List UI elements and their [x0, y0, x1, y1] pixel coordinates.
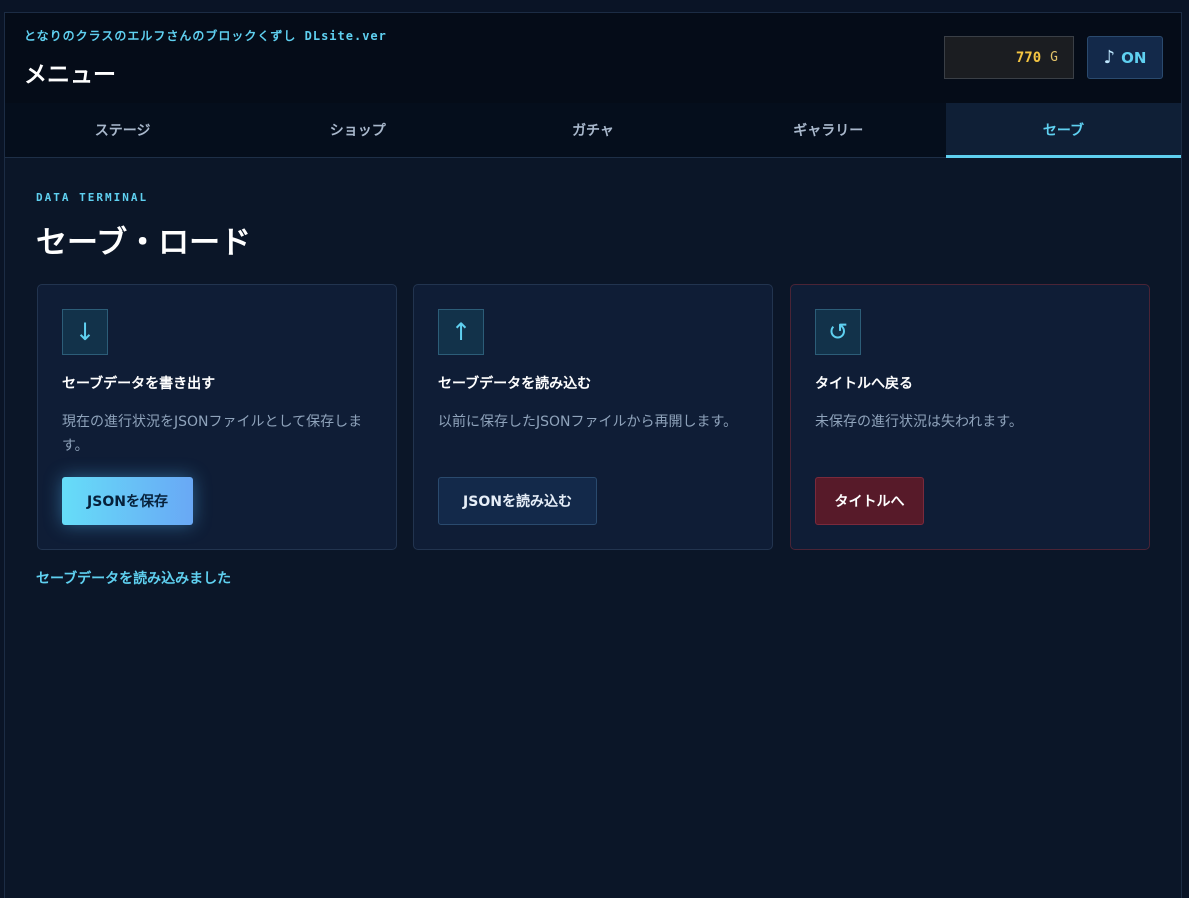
gold-value: 770	[1015, 49, 1042, 66]
header: となりのクラスのエルフさんのブロックくずし DLsite.ver メニュー 77…	[5, 13, 1181, 103]
load-json-button[interactable]: JSONを読み込む	[438, 477, 597, 525]
tab-bar: ステージ ショップ ガチャ ギャラリー セーブ	[5, 103, 1181, 158]
tab-shop[interactable]: ショップ	[240, 103, 475, 157]
export-card: ↓ セーブデータを書き出す 現在の進行状況をJSONファイルとして保存します。 …	[37, 284, 397, 550]
export-card-title: セーブデータを書き出す	[62, 376, 216, 392]
save-json-button[interactable]: JSONを保存	[62, 477, 193, 525]
gold-unit: G	[1050, 50, 1058, 65]
gold-counter: 770 G	[944, 36, 1074, 79]
return-to-title-button[interactable]: タイトルへ	[815, 477, 924, 525]
section-title: セーブ・ロード	[36, 225, 252, 261]
app-window: となりのクラスのエルフさんのブロックくずし DLsite.ver メニュー 77…	[4, 12, 1182, 898]
return-icon: ↺	[815, 309, 861, 355]
tab-stage[interactable]: ステージ	[5, 103, 240, 157]
import-card: ↑ セーブデータを読み込む 以前に保存したJSONファイルから再開します。 JS…	[413, 284, 773, 550]
tab-save[interactable]: セーブ	[945, 103, 1181, 158]
export-card-description: 現在の進行状況をJSONファイルとして保存します。	[62, 414, 363, 454]
game-subtitle: となりのクラスのエルフさんのブロックくずし DLsite.ver	[24, 29, 387, 43]
status-message: セーブデータを読み込みました	[36, 571, 232, 587]
sound-toggle-label: ON	[1121, 48, 1147, 67]
sound-toggle-button[interactable]: ♪ ON	[1087, 36, 1163, 79]
tab-gacha[interactable]: ガチャ	[475, 103, 710, 157]
return-card-description: 未保存の進行状況は失われます。	[815, 414, 1023, 430]
download-arrow-icon: ↓	[62, 309, 108, 355]
music-note-icon: ♪	[1103, 47, 1116, 68]
tab-gallery[interactable]: ギャラリー	[711, 103, 946, 157]
upload-arrow-icon: ↑	[438, 309, 484, 355]
section-eyebrow: DATA TERMINAL	[36, 191, 149, 204]
page-title: メニュー	[24, 62, 116, 88]
return-title-card: ↺ タイトルへ戻る 未保存の進行状況は失われます。 タイトルへ	[790, 284, 1150, 550]
import-card-title: セーブデータを読み込む	[438, 376, 592, 392]
return-card-title: タイトルへ戻る	[815, 376, 913, 392]
import-card-description: 以前に保存したJSONファイルから再開します。	[438, 414, 738, 430]
